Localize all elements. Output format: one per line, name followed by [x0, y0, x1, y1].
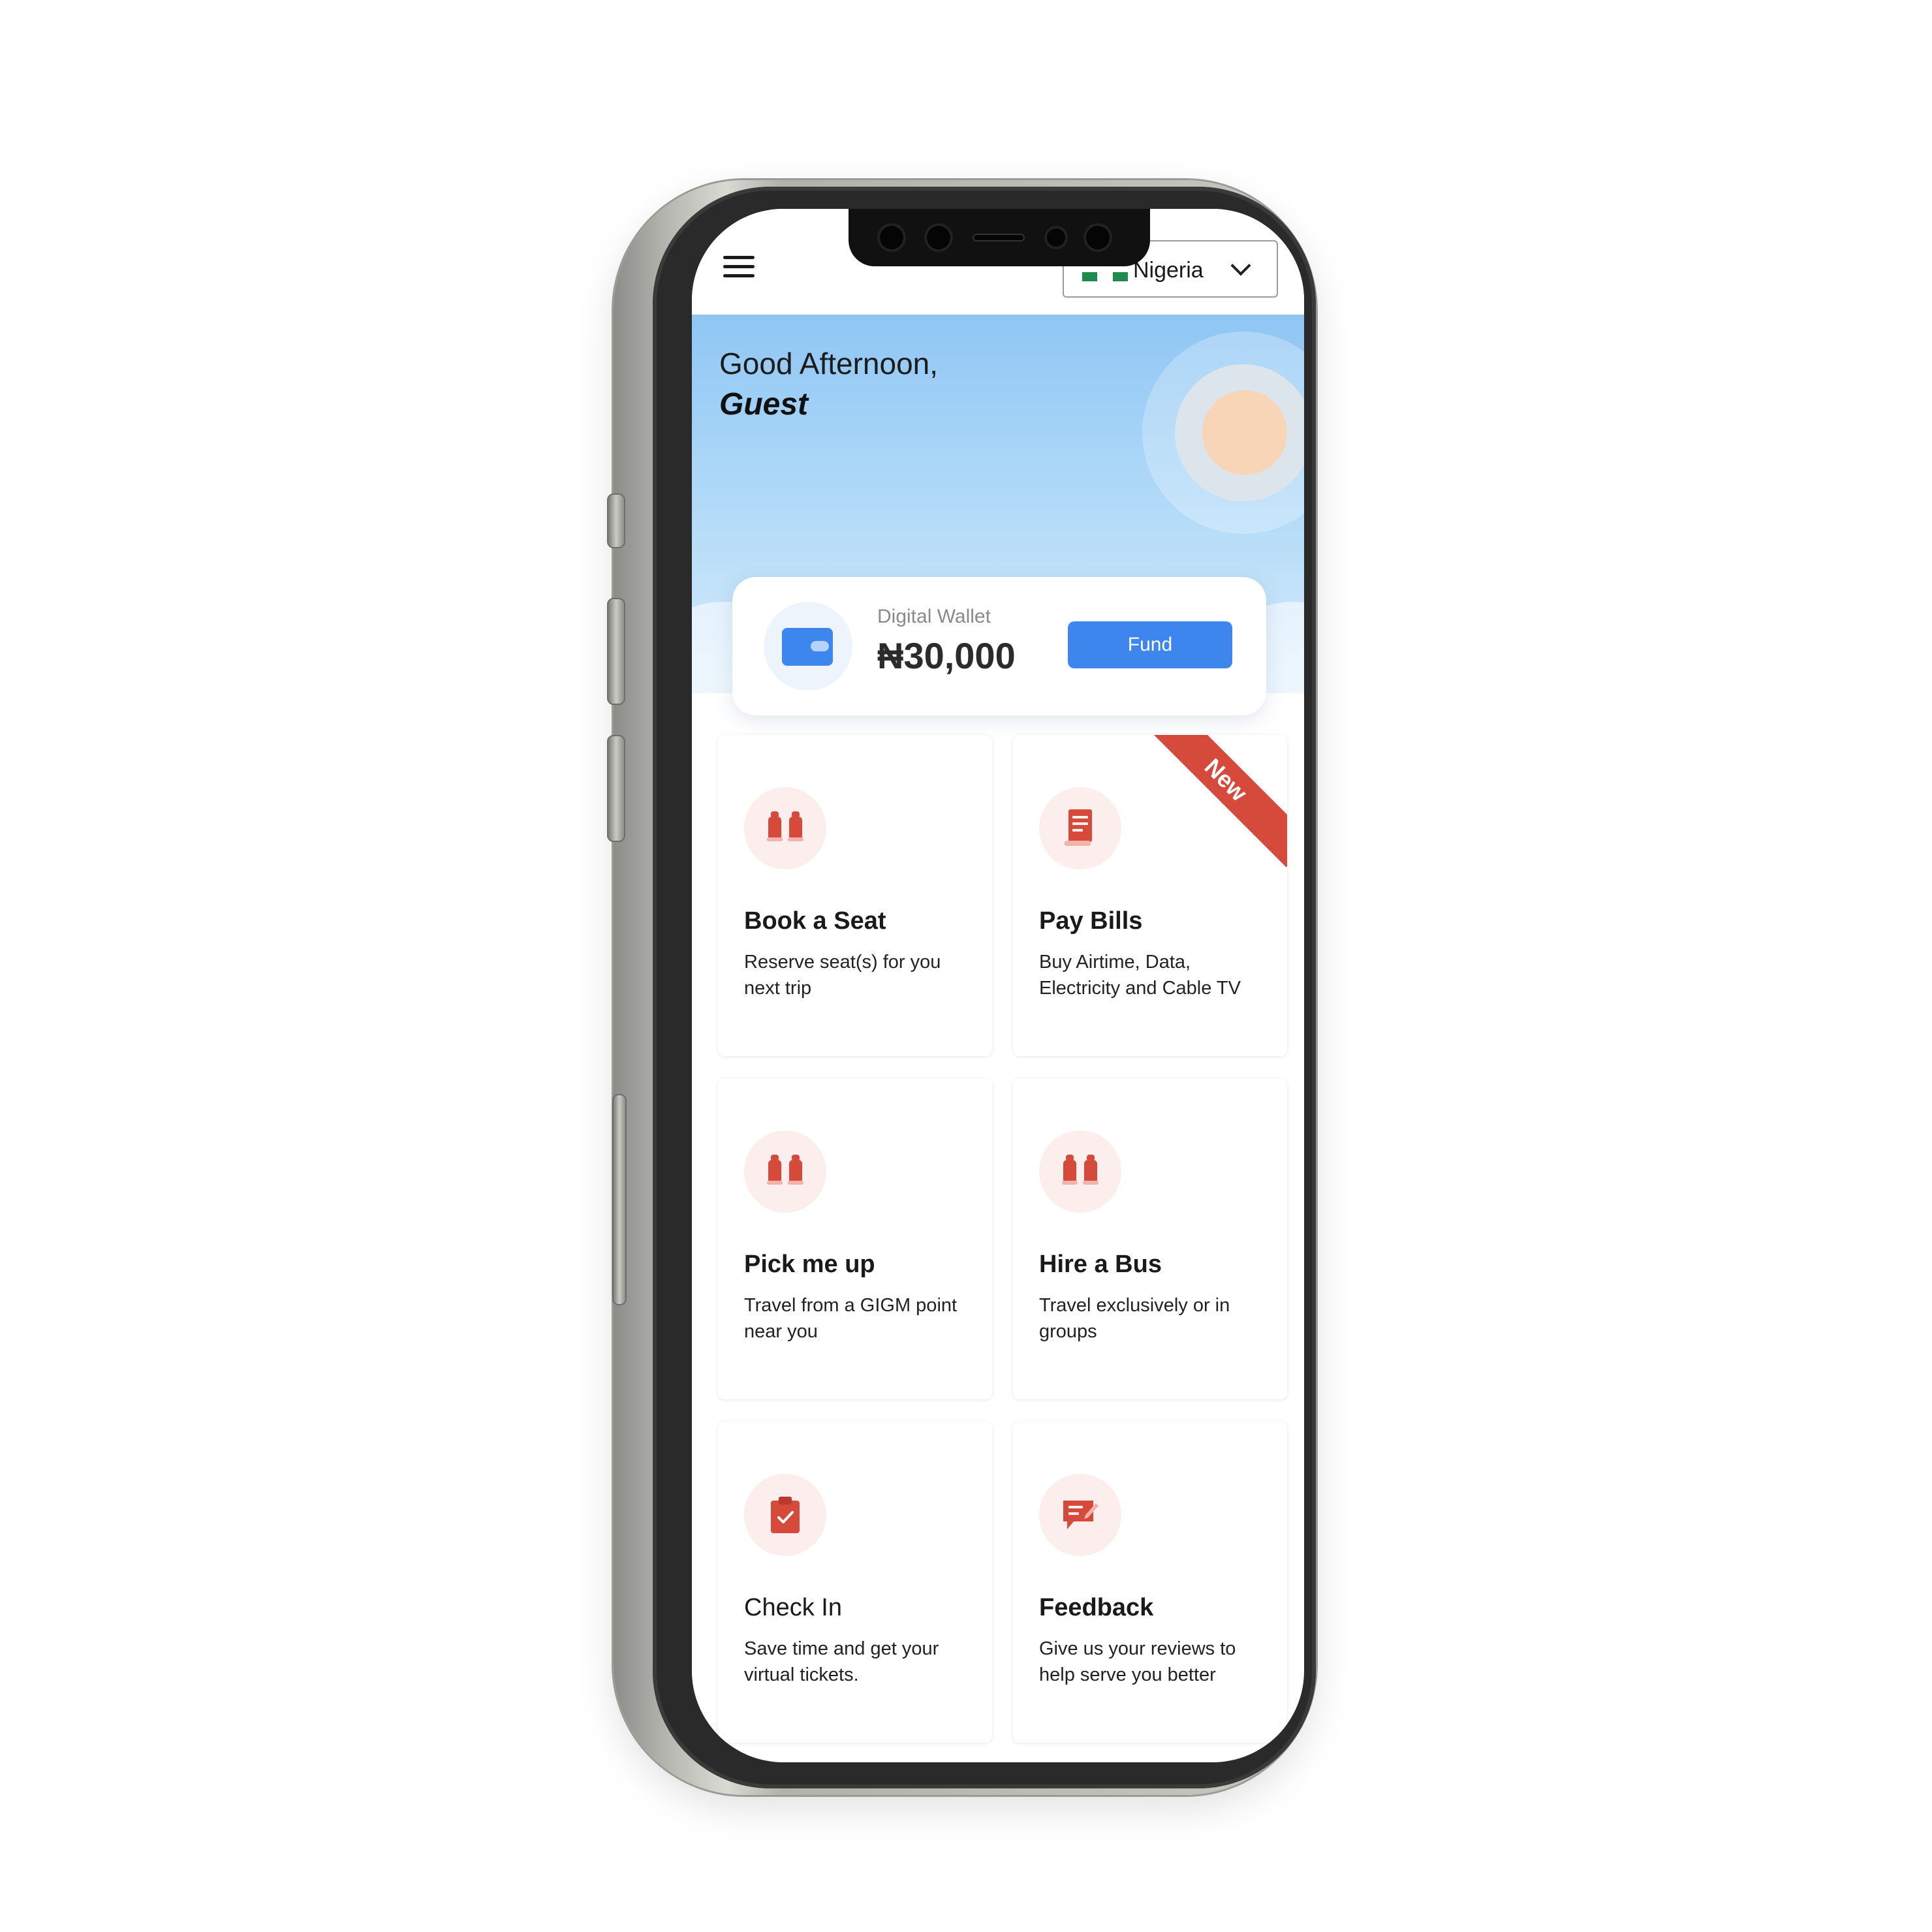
volume-up-button [607, 598, 625, 705]
sim-tray [612, 1094, 627, 1305]
tile-title: Pick me up [744, 1251, 875, 1278]
tile-title: Book a Seat [744, 907, 886, 935]
new-badge: New [1138, 735, 1287, 867]
service-tile-pick-me-up[interactable]: Pick me up Travel from a GIGM point near… [718, 1078, 992, 1399]
camera-notch [849, 209, 1150, 266]
chevron-down-icon [1230, 255, 1251, 276]
country-label: Nigeria [1133, 257, 1204, 283]
speaker-grille [973, 234, 1025, 242]
tile-icon-container [744, 1130, 826, 1213]
wallet-icon [782, 628, 833, 666]
service-tile-book-a-seat[interactable]: Book a Seat Reserve seat(s) for you next… [718, 735, 992, 1056]
seats-icon [767, 1155, 803, 1185]
clipboard-check-icon [771, 1497, 800, 1533]
front-camera-icon [1044, 226, 1068, 249]
fund-button[interactable]: Fund [1068, 621, 1232, 668]
tile-title: Check In [744, 1594, 842, 1621]
sun-illustration [1202, 390, 1287, 475]
user-name: Guest [719, 387, 809, 422]
seats-icon [1062, 1155, 1098, 1185]
wallet-card: Digital Wallet ₦30,000 Fund [732, 577, 1266, 715]
service-tile-hire-a-bus[interactable]: Hire a Bus Travel exclusively or in grou… [1013, 1078, 1287, 1399]
service-tile-pay-bills[interactable]: New Pay Bills Buy Airtime, Data, Electri… [1013, 735, 1287, 1056]
feedback-icon [1063, 1501, 1098, 1529]
tile-icon-container [1039, 1130, 1121, 1213]
service-tile-check-in[interactable]: Check In Save time and get your virtual … [718, 1422, 992, 1743]
tile-icon-container [744, 1474, 826, 1556]
wallet-balance: ₦30,000 [877, 635, 1016, 676]
sensor-icon [1083, 223, 1112, 252]
tile-icon-container [1039, 787, 1121, 869]
tile-icon-container [1039, 1474, 1121, 1556]
tile-title: Feedback [1039, 1594, 1154, 1621]
seats-icon [767, 811, 803, 841]
wallet-icon-container [764, 602, 852, 691]
sensor-icon [924, 223, 953, 252]
app-screen: Nigeria Good Afternoon, Guest Digital Wa… [692, 209, 1304, 1762]
tile-description: Buy Airtime, Data, Electricity and Cable… [1039, 952, 1241, 999]
mute-switch [607, 493, 625, 548]
tile-description: Give us your reviews to help serve you b… [1039, 1638, 1236, 1685]
wallet-label: Digital Wallet [877, 606, 991, 627]
nigeria-flag-icon [1082, 272, 1128, 281]
sensor-icon [877, 223, 906, 252]
tile-description: Travel exclusively or in groups [1039, 1295, 1230, 1342]
tile-icon-container [744, 787, 826, 869]
menu-icon[interactable] [723, 256, 755, 282]
service-tile-feedback[interactable]: Feedback Give us your reviews to help se… [1013, 1422, 1287, 1743]
tile-description: Save time and get your virtual tickets. [744, 1638, 939, 1685]
tile-title: Hire a Bus [1039, 1251, 1162, 1278]
tile-title: Pay Bills [1039, 907, 1143, 935]
tile-description: Travel from a GIGM point near you [744, 1295, 958, 1342]
tile-description: Reserve seat(s) for you next trip [744, 952, 941, 999]
greeting-text: Good Afternoon, [719, 347, 939, 381]
bill-icon [1065, 809, 1092, 846]
volume-down-button [607, 735, 625, 842]
